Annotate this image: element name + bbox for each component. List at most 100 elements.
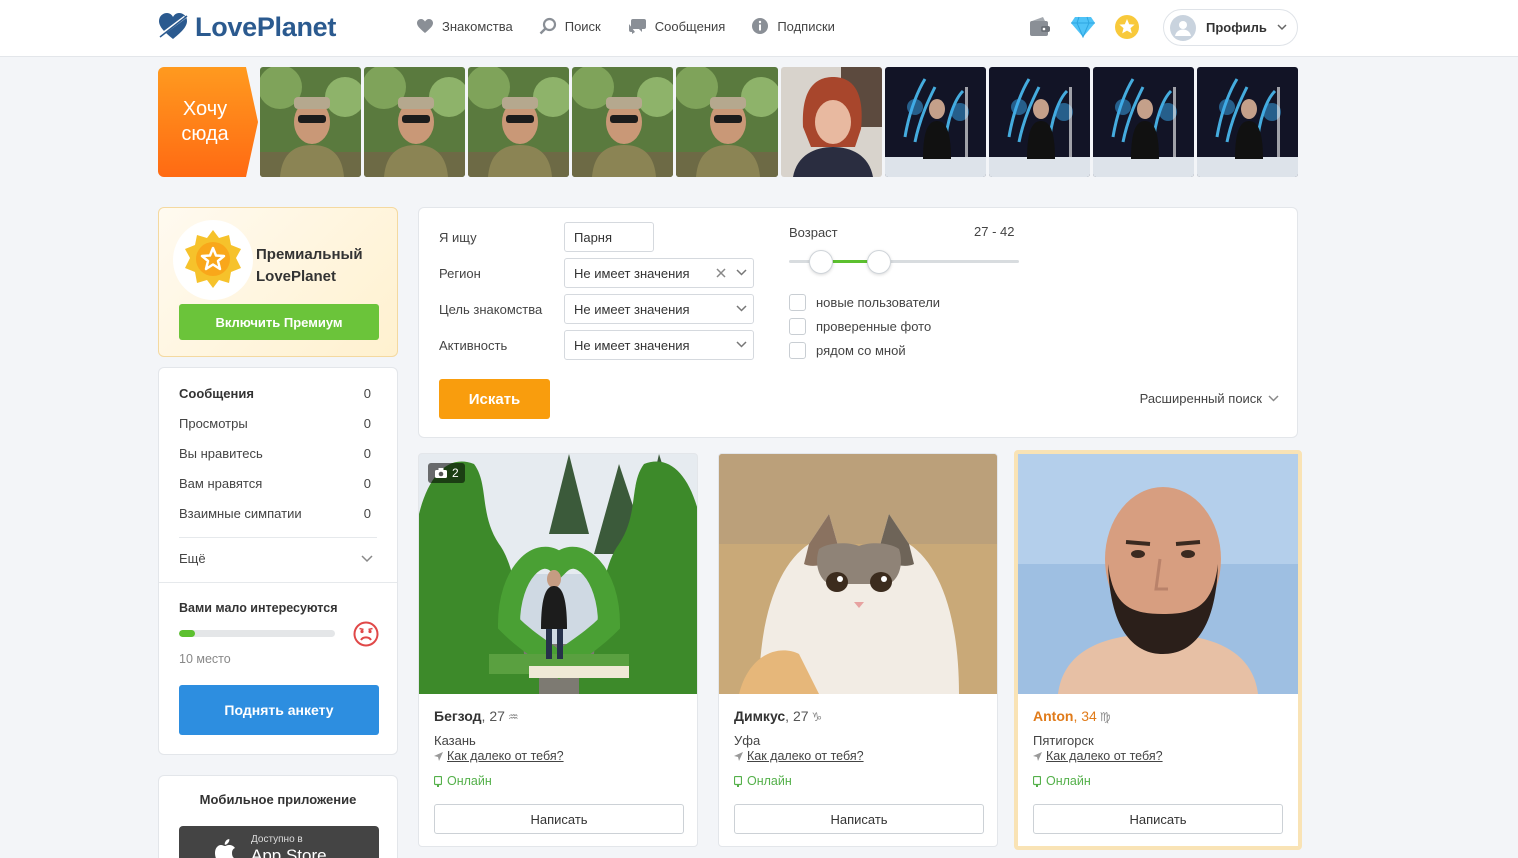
app-store-button[interactable]: Доступно в App Store <box>179 826 379 858</box>
profile-age: , 27 <box>481 708 505 724</box>
activity-value: Не имеет значения <box>574 337 690 353</box>
profile-name-text: Димкус <box>734 708 786 724</box>
age-label: Возраст <box>789 225 838 240</box>
featured-photo[interactable] <box>468 67 570 177</box>
checkbox-nearby[interactable]: рядом со мной <box>789 342 906 359</box>
profile-photo[interactable]: 2 <box>419 454 697 694</box>
main-nav: Знакомства Поиск Сообщения Подписки <box>416 17 835 35</box>
featured-photo[interactable] <box>988 67 1090 177</box>
stat-views[interactable]: Просмотры 0 <box>179 416 371 431</box>
profile-photo[interactable] <box>719 454 997 694</box>
goal-select[interactable]: Не имеет значения <box>564 294 754 324</box>
advanced-search-toggle[interactable]: Расширенный поиск <box>1140 391 1279 406</box>
profile-age: , 34 <box>1073 708 1097 724</box>
checkbox-verified-photo[interactable]: проверенные фото <box>789 318 931 335</box>
region-select[interactable]: Не имеет значения <box>564 258 754 288</box>
write-message-button[interactable]: Написать <box>734 804 984 834</box>
mobile-icon <box>434 775 442 787</box>
distance-link[interactable]: Как далеко от тебя? <box>434 749 564 763</box>
distance-link[interactable]: Как далеко от тебя? <box>734 749 864 763</box>
featured-photo[interactable] <box>1092 67 1194 177</box>
stat-label: Взаимные симпатии <box>179 506 302 521</box>
location-arrow-icon <box>1033 751 1042 761</box>
age-slider-max-handle[interactable] <box>867 250 891 274</box>
checkbox-label: проверенные фото <box>816 319 932 334</box>
enable-premium-button[interactable]: Включить Премиум <box>179 304 379 340</box>
checkbox[interactable] <box>789 318 806 335</box>
write-message-button[interactable]: Написать <box>1033 804 1283 834</box>
diamond-icon[interactable] <box>1070 15 1096 39</box>
online-status: Онлайн <box>1033 774 1091 788</box>
search-icon <box>539 17 556 35</box>
zodiac-icon: ♒ <box>507 710 519 724</box>
profile-card-premium[interactable]: Anton, 34 ♍ Пятигорск Как далеко от тебя?… <box>1014 450 1302 850</box>
more-label: Ещё <box>179 551 206 566</box>
stat-you-are-liked[interactable]: Вы нравитесь 0 <box>179 446 371 461</box>
profile-menu-button[interactable]: Профиль <box>1163 9 1298 46</box>
want-here-button[interactable]: Хочу сюда <box>158 67 258 177</box>
camera-icon <box>435 468 447 478</box>
logo[interactable]: LovePlanet <box>157 11 336 43</box>
stat-you-like[interactable]: Вам нравятся 0 <box>179 476 371 491</box>
profile-card[interactable]: 2 Бегзод, 27 ♒ Казань Как далеко от тебя?… <box>418 453 698 847</box>
stat-label: Просмотры <box>179 416 248 431</box>
write-message-button[interactable]: Написать <box>434 804 684 834</box>
divider <box>159 582 397 583</box>
nav-dating[interactable]: Знакомства <box>416 17 513 35</box>
photo-count-badge: 2 <box>428 463 465 483</box>
checkbox-new-users[interactable]: новые пользователи <box>789 294 940 311</box>
featured-photo[interactable] <box>780 67 882 177</box>
search-button[interactable]: Искать <box>439 379 550 419</box>
stats-card: Сообщения 0 Просмотры 0 Вы нравитесь 0 В… <box>158 367 398 755</box>
activity-select[interactable]: Не имеет значения <box>564 330 754 360</box>
profile-name[interactable]: Димкус, 27 ♑ <box>734 708 822 724</box>
profile-card[interactable]: Димкус, 27 ♑ Уфа Как далеко от тебя? Онла… <box>718 453 998 847</box>
stat-mutual[interactable]: Взаимные симпатии 0 <box>179 506 371 521</box>
star-badge-icon[interactable] <box>1114 14 1140 40</box>
checkbox[interactable] <box>789 294 806 311</box>
region-label: Регион <box>439 266 481 281</box>
featured-photo[interactable] <box>572 67 674 177</box>
profile-name-text: Anton <box>1033 708 1074 724</box>
featured-photo[interactable] <box>676 67 778 177</box>
featured-photo[interactable] <box>1196 67 1299 177</box>
raise-profile-button[interactable]: Поднять анкету <box>179 685 379 735</box>
nav-subscriptions[interactable]: Подписки <box>751 17 835 35</box>
checkbox[interactable] <box>789 342 806 359</box>
featured-strip: Хочу сюда <box>158 67 1299 177</box>
search-panel: Я ищу Парня Регион Не имеет значения Цел… <box>418 207 1298 438</box>
heart-icon <box>417 19 433 33</box>
profile-city: Уфа <box>734 733 761 748</box>
featured-photo[interactable] <box>364 67 466 177</box>
nav-messages[interactable]: Сообщения <box>627 17 725 35</box>
more-toggle[interactable]: Ещё <box>179 551 373 566</box>
profile-name[interactable]: Anton, 34 ♍ <box>1033 708 1111 724</box>
interest-title: Вами мало интересуются <box>179 601 338 615</box>
profile-photo[interactable] <box>1018 454 1298 694</box>
nav-search[interactable]: Поиск <box>539 17 601 35</box>
featured-photo[interactable] <box>260 67 362 177</box>
premium-card: Премиальный LovePlanet Включить Премиум <box>158 207 398 357</box>
goal-label: Цель знакомства <box>439 302 543 317</box>
distance-link[interactable]: Как далеко от тебя? <box>1033 749 1163 763</box>
wallet-icon[interactable] <box>1028 15 1052 39</box>
looking-for-select[interactable]: Парня <box>564 222 654 252</box>
profile-name[interactable]: Бегзод, 27 ♒ <box>434 708 519 724</box>
zodiac-icon: ♍ <box>1099 710 1111 724</box>
user-icon <box>1175 20 1191 36</box>
stat-messages[interactable]: Сообщения 0 <box>179 386 371 401</box>
profile-city: Пятигорск <box>1033 733 1094 748</box>
looking-for-label: Я ищу <box>439 230 477 245</box>
profile-city: Казань <box>434 733 476 748</box>
age-slider-min-handle[interactable] <box>809 250 833 274</box>
chevron-down-icon <box>1277 24 1287 31</box>
clear-icon[interactable] <box>715 267 727 279</box>
featured-photo[interactable] <box>884 67 986 177</box>
online-status: Онлайн <box>434 774 492 788</box>
profile-name-text: Бегзод <box>434 708 482 724</box>
stat-value: 0 <box>363 416 371 431</box>
stat-label: Сообщения <box>179 386 254 401</box>
want-here-label: Хочу сюда <box>181 98 229 145</box>
mobile-app-card: Мобильное приложение Доступно в App Stor… <box>158 775 398 858</box>
checkbox-label: новые пользователи <box>816 295 941 310</box>
